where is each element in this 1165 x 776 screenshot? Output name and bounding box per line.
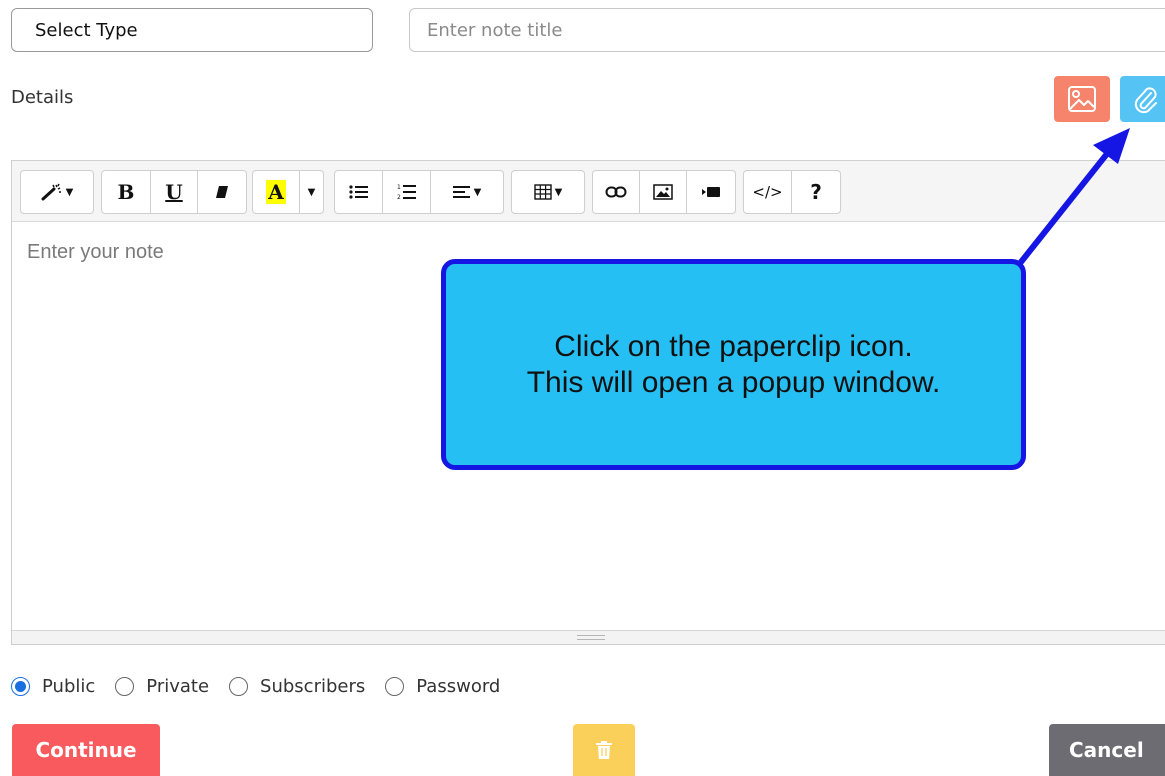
highlight-color-button[interactable]: A <box>253 171 300 213</box>
radio-password-label: Password <box>416 676 501 697</box>
tutorial-callout: Click on the paperclip icon. This will o… <box>441 259 1026 470</box>
color-dropdown-button[interactable]: ▼ <box>300 171 323 213</box>
insert-table-button[interactable]: ▼ <box>512 171 584 213</box>
chevron-down-icon: ▼ <box>473 186 482 198</box>
unordered-list-button[interactable] <box>335 171 383 213</box>
misc-group: </> ? <box>743 170 841 214</box>
radio-password-circle[interactable] <box>385 677 405 696</box>
editor-resize-handle[interactable] <box>12 630 1165 644</box>
radio-subscribers-label: Subscribers <box>260 676 366 697</box>
radio-subscribers[interactable]: Subscribers <box>229 676 365 697</box>
picture-icon <box>653 184 673 200</box>
table-group: ▼ <box>511 170 585 214</box>
magic-wand-icon <box>41 183 61 201</box>
visibility-options: Public Private Subscribers Password <box>11 676 520 697</box>
underline-button[interactable]: U <box>151 171 198 213</box>
video-icon <box>702 187 720 197</box>
note-placeholder: Enter your note <box>27 241 164 263</box>
note-title-input[interactable] <box>409 8 1165 52</box>
radio-public-label: Public <box>42 676 96 697</box>
radio-subscribers-circle[interactable] <box>229 677 249 696</box>
underline-label: U <box>165 180 183 204</box>
bold-button[interactable]: B <box>102 171 151 213</box>
radio-public[interactable]: Public <box>11 676 95 697</box>
code-label: </> <box>752 183 783 201</box>
radio-private-label: Private <box>146 676 210 697</box>
highlight-label: A <box>266 180 286 204</box>
help-button[interactable]: ? <box>792 171 840 213</box>
paperclip-icon <box>1134 87 1157 114</box>
insert-link-button[interactable] <box>593 171 640 213</box>
unordered-list-icon <box>348 185 368 199</box>
select-type-dropdown[interactable]: Select Type <box>11 8 373 52</box>
clear-format-button[interactable] <box>198 171 246 213</box>
radio-password[interactable]: Password <box>385 676 500 697</box>
svg-text:1: 1 <box>397 184 401 191</box>
format-group: B U <box>101 170 247 214</box>
radio-private-circle[interactable] <box>115 677 135 696</box>
insert-image-button[interactable] <box>1054 76 1110 122</box>
paragraph-group: 1 2 ▼ <box>334 170 504 214</box>
code-view-button[interactable]: </> <box>744 171 792 213</box>
chevron-down-icon: ▼ <box>554 186 563 198</box>
callout-line-1: Click on the paperclip icon. <box>554 329 913 363</box>
trash-icon <box>596 741 612 759</box>
bold-label: B <box>117 180 135 204</box>
ordered-list-button[interactable]: 1 2 <box>383 171 431 213</box>
cancel-button[interactable]: Cancel <box>1049 724 1165 776</box>
insert-picture-button[interactable] <box>640 171 687 213</box>
resize-grip-icon <box>577 635 605 640</box>
help-label: ? <box>810 180 822 204</box>
chevron-down-icon: ▼ <box>307 186 316 198</box>
link-icon <box>605 186 627 198</box>
image-icon <box>1068 86 1096 112</box>
color-group: A ▼ <box>252 170 324 214</box>
details-label: Details <box>11 87 74 108</box>
align-icon <box>452 186 470 198</box>
style-group: ▼ <box>20 170 94 214</box>
chevron-down-icon: ▼ <box>65 186 74 198</box>
editor-toolbar: ▼ B U A ▼ 1 2 ▼ ▼ </> ? <box>12 161 1165 222</box>
eraser-icon <box>216 186 228 198</box>
delete-button[interactable] <box>573 724 635 776</box>
insert-group <box>592 170 736 214</box>
attach-file-button[interactable] <box>1120 76 1165 122</box>
radio-private[interactable]: Private <box>115 676 209 697</box>
continue-button[interactable]: Continue <box>12 724 160 776</box>
radio-public-circle[interactable] <box>11 677 30 696</box>
ordered-list-icon: 1 2 <box>397 184 416 201</box>
insert-video-button[interactable] <box>687 171 735 213</box>
svg-text:2: 2 <box>397 194 401 201</box>
magic-style-button[interactable]: ▼ <box>21 171 93 213</box>
table-icon <box>533 184 552 200</box>
select-type-label: Select Type <box>35 19 138 41</box>
align-button[interactable]: ▼ <box>431 171 503 213</box>
callout-line-2: This will open a popup window. <box>526 365 941 399</box>
